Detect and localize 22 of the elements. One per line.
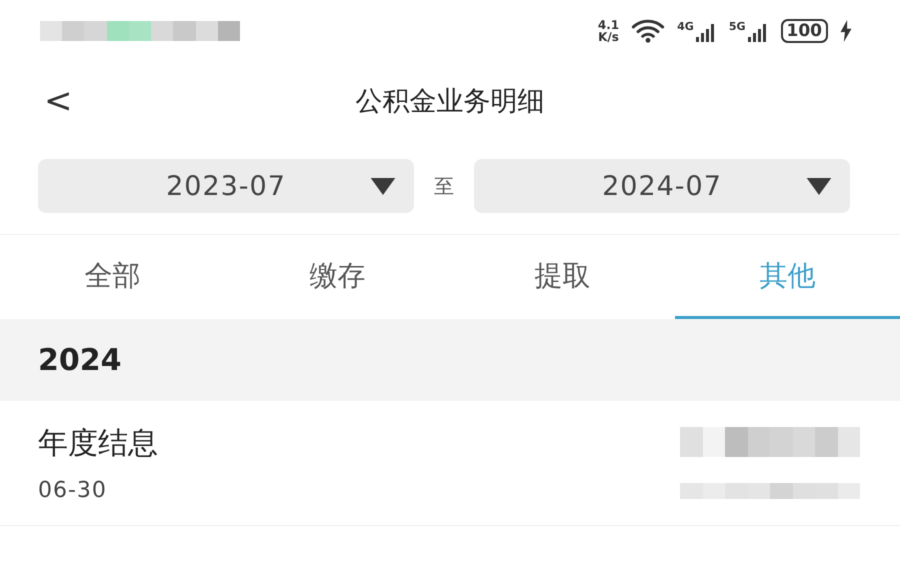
speed-value: 4.1 — [598, 19, 620, 31]
caret-icon — [806, 178, 832, 194]
battery-level: 100 — [780, 19, 828, 43]
range-separator: 至 — [433, 172, 455, 200]
signal-icon — [746, 24, 768, 42]
record-title: 年度结息 — [38, 425, 158, 463]
year-header: 2024 — [0, 319, 900, 401]
charging-icon — [840, 20, 852, 42]
tab[interactable]: 全部 — [0, 235, 225, 319]
tab[interactable]: 提取 — [450, 235, 675, 319]
caret-icon — [370, 178, 396, 194]
network-label: 5G — [728, 20, 746, 33]
wifi-icon — [631, 19, 666, 43]
network-label: 4G — [677, 20, 694, 33]
date-dropdown[interactable]: 2024-07 — [474, 159, 850, 213]
signal-icon — [694, 24, 717, 42]
tab[interactable]: 缴存 — [225, 235, 450, 319]
back-button[interactable]: < — [44, 81, 72, 121]
record-date: 06-30 — [38, 478, 108, 503]
date-dropdown[interactable]: 2023-07 — [38, 159, 414, 213]
speed-unit: K/s — [598, 31, 619, 43]
page-title: 公积金业务明细 — [356, 85, 544, 119]
